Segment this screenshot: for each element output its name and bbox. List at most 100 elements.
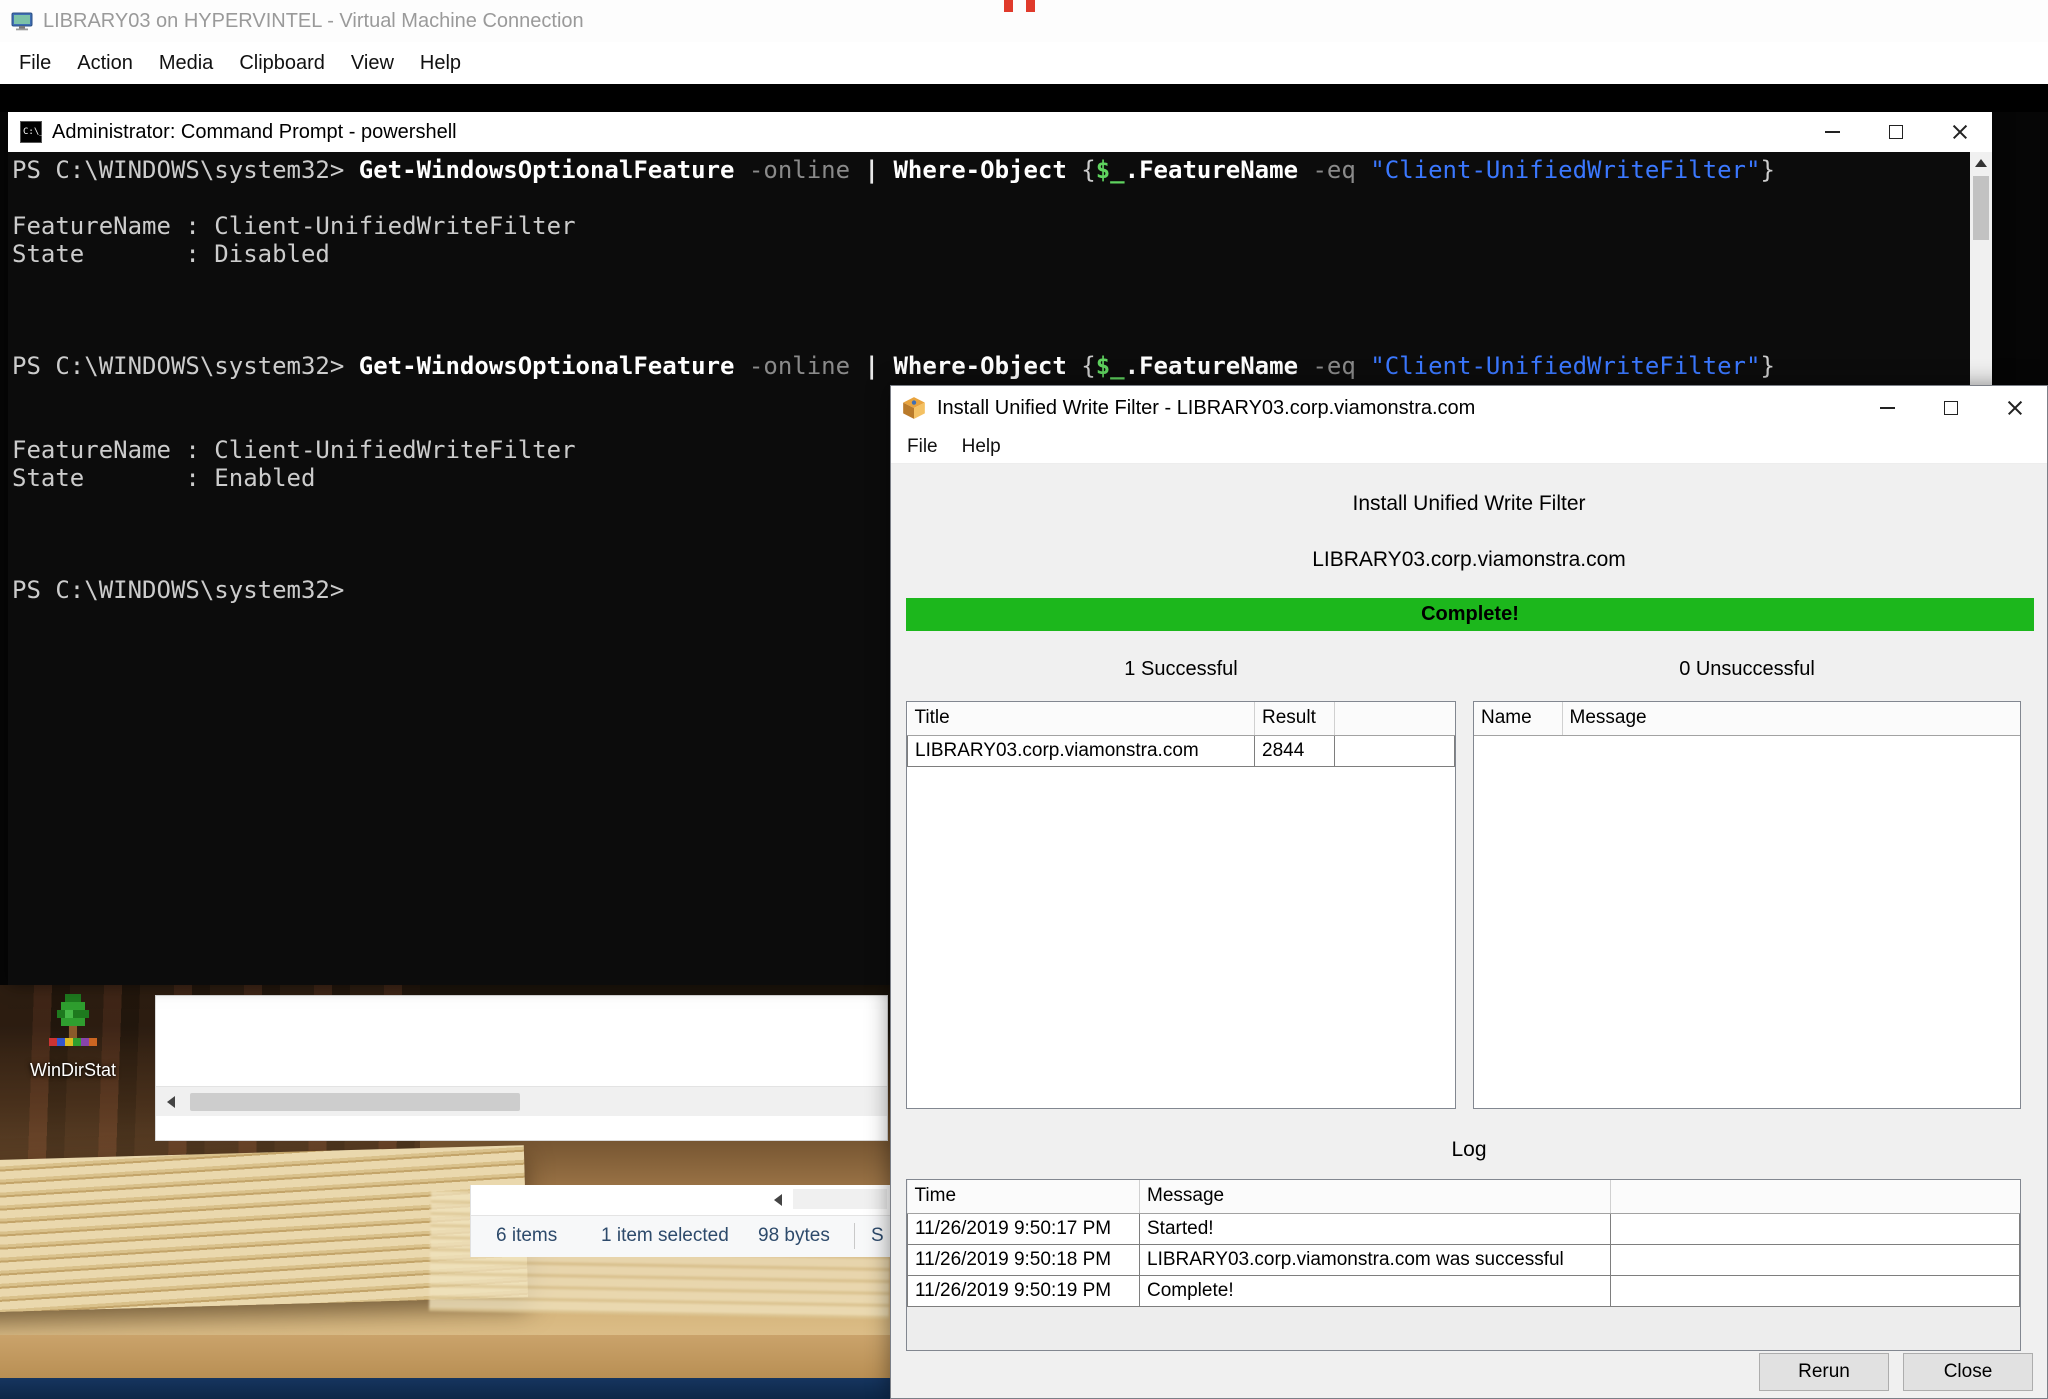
syntax-token: .FeatureName [1125, 156, 1298, 184]
syntax-token [879, 156, 893, 184]
menu-clipboard[interactable]: Clipboard [226, 46, 338, 81]
table-header-row: Name Message [1474, 702, 2020, 735]
menu-view[interactable]: View [338, 46, 407, 81]
menu-action[interactable]: Action [64, 46, 146, 81]
scroll-left-button[interactable] [763, 1185, 793, 1215]
syntax-token: { [1067, 352, 1096, 380]
scrollbar-thumb[interactable] [1973, 176, 1989, 240]
chevron-up-icon [1975, 159, 1987, 167]
syntax-token: Get-WindowsOptionalFeature [359, 156, 735, 184]
progress-bar: Complete! [906, 598, 2034, 631]
menu-help[interactable]: Help [950, 432, 1013, 462]
log-grid: Time Message 11/26/2019 9:50:17 PMStarte… [906, 1179, 2021, 1351]
close-dialog-button[interactable]: Close [1903, 1353, 2033, 1391]
syntax-token [850, 352, 864, 380]
table-cell: Started! [1140, 1213, 1611, 1244]
table-header-row: Time Message [908, 1180, 2020, 1213]
scrollbar-track[interactable] [793, 1189, 887, 1209]
vm-window-title: LIBRARY03 on HYPERVINTEL - Virtual Machi… [43, 10, 584, 33]
command-line: PS C:\WINDOWS\system32> Get-WindowsOptio… [12, 156, 1992, 184]
blank-line [12, 296, 1992, 324]
table-row[interactable]: 11/26/2019 9:50:17 PMStarted! [908, 1213, 2020, 1244]
maximize-button[interactable] [1919, 386, 1983, 430]
dialog-titlebar[interactable]: Install Unified Write Filter - LIBRARY03… [891, 386, 2047, 430]
syntax-token [1298, 352, 1312, 380]
menu-media[interactable]: Media [146, 46, 226, 81]
menu-file[interactable]: File [895, 432, 950, 462]
install-uwf-dialog: Install Unified Write Filter - LIBRARY03… [890, 385, 2048, 1399]
console-window-title: Administrator: Command Prompt - powershe… [52, 121, 457, 144]
syntax-token: Where-Object [893, 156, 1066, 184]
column-header-title[interactable]: Title [908, 702, 1255, 735]
column-header-empty [1611, 1180, 2020, 1213]
maximize-icon [1944, 401, 1958, 415]
table-cell: 11/26/2019 9:50:18 PM [908, 1244, 1140, 1275]
close-button[interactable] [1983, 386, 2047, 430]
syntax-token: -eq [1312, 352, 1355, 380]
windirstat-desktop-icon[interactable]: WinDirStat [18, 990, 128, 1081]
table-row[interactable]: 11/26/2019 9:50:19 PMComplete! [908, 1275, 2020, 1306]
command-line: PS C:\WINDOWS\system32> Get-WindowsOptio… [12, 352, 1992, 380]
successful-count-label: 1 Successful [906, 658, 1456, 681]
dialog-heading: Install Unified Write Filter [891, 492, 2047, 516]
console-window-controls [1800, 112, 1992, 152]
horizontal-scrollbar[interactable] [156, 1086, 887, 1116]
output-line: State : Disabled [12, 240, 1992, 268]
taskbar-fragment [0, 1378, 890, 1399]
table-cell: Complete! [1140, 1275, 1611, 1306]
syntax-token: | [865, 156, 879, 184]
table-header-row: Title Result [908, 702, 1455, 735]
success-table-body: LIBRARY03.corp.viamonstra.com2844 [908, 735, 1455, 766]
vm-titlebar[interactable]: LIBRARY03 on HYPERVINTEL - Virtual Machi… [0, 0, 2048, 42]
vm-menubar: File Action Media Clipboard View Help [0, 42, 2048, 84]
console-titlebar[interactable]: Administrator: Command Prompt - powershe… [8, 112, 1992, 152]
syntax-token: } [1760, 352, 1774, 380]
log-table-body: 11/26/2019 9:50:17 PMStarted!11/26/2019 … [908, 1213, 2020, 1306]
scroll-left-button[interactable] [156, 1087, 186, 1116]
syntax-token: Get-WindowsOptionalFeature [359, 352, 735, 380]
hyperv-vm-icon [10, 9, 34, 33]
windirstat-tree-icon [41, 990, 105, 1054]
table-cell: 2844 [1255, 735, 1335, 766]
maximize-icon [1889, 125, 1903, 139]
syntax-token [1356, 352, 1370, 380]
column-header-name[interactable]: Name [1474, 702, 1562, 735]
command-prompt-icon [20, 121, 42, 143]
status-selected-size: 98 bytes [758, 1225, 830, 1247]
scrollbar-thumb[interactable] [190, 1093, 520, 1111]
minimize-button[interactable] [1855, 386, 1919, 430]
menu-help[interactable]: Help [407, 46, 474, 81]
table-cell: 11/26/2019 9:50:19 PM [908, 1275, 1140, 1306]
column-header-message[interactable]: Message [1562, 702, 2020, 735]
syntax-token: } [1760, 156, 1774, 184]
column-header-result[interactable]: Result [1255, 702, 1335, 735]
blank-line [12, 268, 1992, 296]
uwf-app-icon [901, 395, 927, 421]
column-header-empty [1335, 702, 1455, 735]
minimize-button[interactable] [1800, 112, 1864, 152]
table-cell: LIBRARY03.corp.viamonstra.com [908, 735, 1255, 766]
dialog-target-computer: LIBRARY03.corp.viamonstra.com [891, 548, 2047, 572]
cutoff-red-mark [1004, 0, 1013, 12]
column-header-time[interactable]: Time [908, 1180, 1140, 1213]
output-line: FeatureName : Client-UnifiedWriteFilter [12, 212, 1992, 240]
status-cutoff-text: S [871, 1225, 884, 1247]
syntax-token [1298, 156, 1312, 184]
status-divider [854, 1223, 855, 1249]
syntax-token: -online [749, 156, 850, 184]
progress-label: Complete! [1421, 603, 1519, 626]
scroll-up-button[interactable] [1970, 152, 1992, 174]
unsuccessful-results-table: Name Message [1474, 702, 2020, 736]
table-cell [1611, 1275, 2020, 1306]
blank-line [12, 324, 1992, 352]
column-header-message[interactable]: Message [1140, 1180, 1611, 1213]
table-row[interactable]: LIBRARY03.corp.viamonstra.com2844 [908, 735, 1455, 766]
table-cell: LIBRARY03.corp.viamonstra.com was succes… [1140, 1244, 1611, 1275]
menu-file[interactable]: File [6, 46, 64, 81]
horizontal-scrollbar[interactable] [471, 1185, 890, 1215]
close-icon [1952, 124, 1968, 140]
table-row[interactable]: 11/26/2019 9:50:18 PMLIBRARY03.corp.viam… [908, 1244, 2020, 1275]
rerun-button[interactable]: Rerun [1759, 1353, 1889, 1391]
close-button[interactable] [1928, 112, 1992, 152]
maximize-button[interactable] [1864, 112, 1928, 152]
